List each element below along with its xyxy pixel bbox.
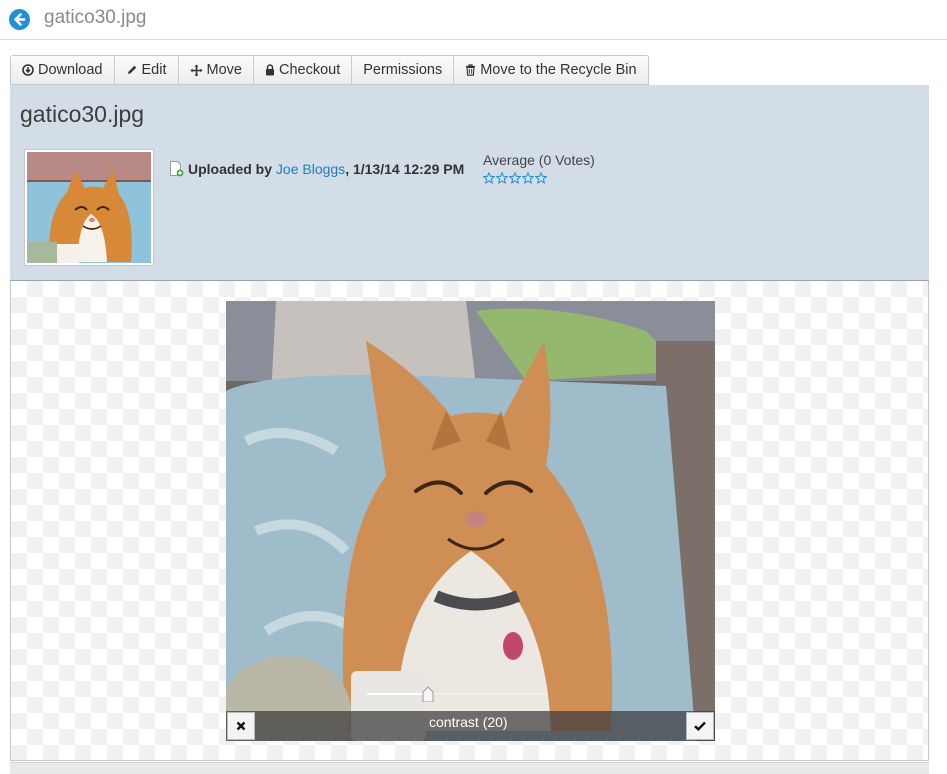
contrast-slider[interactable] (367, 686, 547, 706)
slider-fill (367, 693, 428, 695)
download-circle-icon (22, 64, 34, 76)
download-button[interactable]: Download (11, 56, 115, 84)
check-icon (694, 721, 706, 731)
lock-icon (265, 64, 275, 76)
permissions-label: Permissions (363, 62, 443, 78)
move-button[interactable]: Move (178, 56, 254, 84)
star-icon[interactable] (483, 172, 495, 184)
recycle-bin-button[interactable]: Move to the Recycle Bin (454, 56, 648, 84)
meta-separator: , (345, 161, 350, 177)
close-icon (236, 721, 246, 731)
recycle-bin-label: Move to the Recycle Bin (480, 62, 637, 78)
upload-meta: Uploaded by Joe Bloggs, 1/13/14 12:29 PM (169, 161, 464, 177)
back-button[interactable] (9, 9, 30, 30)
edit-label: Edit (141, 62, 167, 78)
thumbnail-image (27, 152, 151, 263)
file-info-panel: gatico30.jpg Uploaded by Joe Bloggs, 1/1… (10, 85, 929, 281)
file-add-icon (169, 161, 184, 177)
edit-button[interactable]: Edit (114, 56, 179, 84)
rating-average: Average (0 Votes) (483, 152, 595, 168)
rating-stars (483, 172, 595, 184)
file-thumbnail[interactable] (24, 149, 154, 266)
file-toolbar: Download Edit Move Checkout Permissions … (10, 55, 649, 85)
checkout-label: Checkout (278, 62, 341, 78)
upload-date: 1/13/14 12:29 PM (352, 161, 465, 177)
pencil-icon (126, 64, 138, 76)
preview-image (226, 301, 715, 741)
permissions-button[interactable]: Permissions (352, 56, 455, 84)
bottom-bar (10, 762, 929, 774)
file-title: gatico30.jpg (20, 101, 145, 127)
checkout-button[interactable]: Checkout (253, 56, 353, 84)
star-icon[interactable] (509, 172, 521, 184)
uploaded-by-label: Uploaded by (188, 161, 273, 177)
arrow-left-circle-icon (14, 13, 26, 26)
cancel-button[interactable] (227, 712, 255, 740)
star-icon[interactable] (496, 172, 508, 184)
control-label: contrast (20) (429, 714, 508, 730)
author-link[interactable]: Joe Bloggs (276, 161, 345, 177)
confirm-button[interactable] (686, 712, 714, 740)
move-arrows-icon (190, 64, 203, 77)
rating-widget: Average (0 Votes) (483, 152, 595, 184)
page-title: gatico30.jpg (44, 7, 147, 28)
star-icon[interactable] (522, 172, 534, 184)
star-icon[interactable] (535, 172, 547, 184)
trash-icon (465, 64, 476, 76)
slider-handle[interactable] (422, 686, 434, 702)
download-label: Download (38, 62, 103, 78)
page-header: gatico30.jpg (0, 0, 947, 40)
image-edit-control-bar: contrast (20) (226, 711, 715, 741)
move-label: Move (206, 62, 242, 78)
